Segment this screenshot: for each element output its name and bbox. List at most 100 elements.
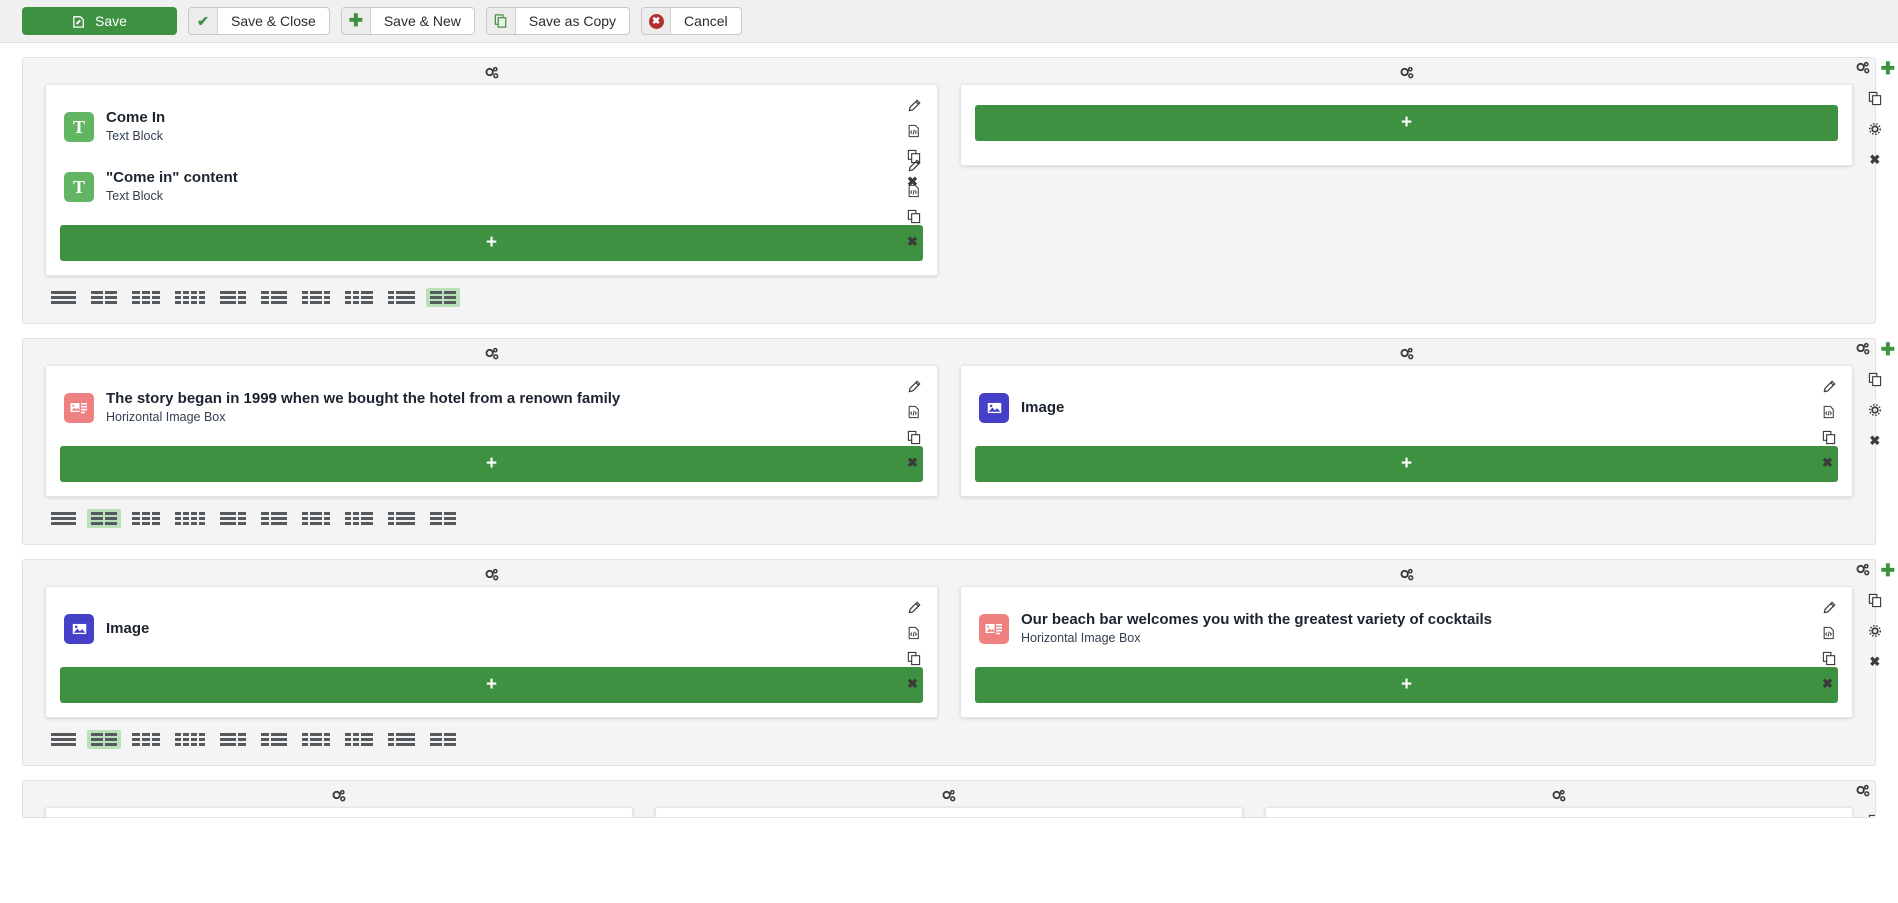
- column-settings-icon[interactable]: [331, 788, 347, 805]
- row-settings-icon[interactable]: [1855, 562, 1871, 579]
- save-button[interactable]: Save: [22, 7, 177, 35]
- addon-item[interactable]: Our beach bar welcomes you with the grea…: [975, 599, 1838, 690]
- layout-option-layout-1-2-1[interactable]: [298, 288, 334, 307]
- column-settings-icon[interactable]: [484, 65, 500, 82]
- duplicate-addon-button[interactable]: [1822, 430, 1836, 447]
- layout-option-layout-4-col[interactable]: [171, 730, 209, 749]
- duplicate-row-button[interactable]: [1868, 91, 1882, 108]
- layout-option-layout-2-col[interactable]: [87, 288, 121, 307]
- layout-option-layout-1-3[interactable]: [384, 730, 419, 749]
- column-settings-icon[interactable]: [1399, 346, 1415, 363]
- layout-segment: [261, 291, 269, 304]
- layout-option-layout-2-1[interactable]: [216, 730, 250, 749]
- layout-bar: [199, 291, 205, 294]
- add-addon-button[interactable]: +: [60, 667, 923, 703]
- layout-option-layout-1-col[interactable]: [47, 288, 80, 307]
- column-settings-icon[interactable]: [1551, 788, 1567, 805]
- layout-option-layout-1-col[interactable]: [47, 730, 80, 749]
- layout-option-layout-1-3[interactable]: [384, 509, 419, 528]
- delete-row-button[interactable]: ✖: [1869, 433, 1880, 447]
- layout-option-layout-1-1-2[interactable]: [341, 288, 377, 307]
- layout-option-layout-1-2-1[interactable]: [298, 730, 334, 749]
- addon-item[interactable]: Image ✖: [60, 599, 923, 690]
- row-settings-icon[interactable]: [1855, 783, 1871, 800]
- add-row-button[interactable]: ✚: [1881, 562, 1895, 579]
- duplicate-addon-button[interactable]: [907, 651, 921, 668]
- layout-option-layout-4-col[interactable]: [171, 509, 209, 528]
- layout-option-layout-1-3[interactable]: [384, 288, 419, 307]
- add-row-button[interactable]: ✚: [1881, 60, 1895, 77]
- layout-option-layout-2-col[interactable]: [87, 730, 121, 749]
- layout-option-layout-3-col[interactable]: [128, 509, 164, 528]
- layout-option-layout-2-2[interactable]: [426, 288, 460, 307]
- layout-bar: [191, 296, 197, 299]
- addon-code-button[interactable]: [1822, 405, 1836, 421]
- duplicate-addon-button[interactable]: [907, 430, 921, 447]
- layout-option-layout-2-1[interactable]: [216, 288, 250, 307]
- layout-option-layout-1-1-2[interactable]: [341, 509, 377, 528]
- column-settings-icon[interactable]: [1399, 65, 1415, 82]
- edit-addon-button[interactable]: [907, 601, 921, 617]
- save-copy-button[interactable]: Save as Copy: [485, 7, 631, 35]
- addon-code-button[interactable]: [1822, 626, 1836, 642]
- column-settings-icon[interactable]: [1399, 567, 1415, 584]
- delete-row-button[interactable]: ✖: [1869, 654, 1880, 668]
- add-row-button[interactable]: ✚: [1881, 341, 1895, 358]
- column-settings-icon[interactable]: [941, 788, 957, 805]
- addon-code-button[interactable]: [907, 626, 921, 642]
- delete-row-button[interactable]: ✖: [1869, 152, 1880, 166]
- row-options-button[interactable]: [1868, 624, 1882, 640]
- save-close-button[interactable]: ✔ Save & Close: [188, 7, 330, 35]
- column-settings-icon[interactable]: [484, 346, 500, 363]
- layout-option-layout-2-2[interactable]: [426, 730, 460, 749]
- layout-option-layout-1-col[interactable]: [47, 509, 80, 528]
- duplicate-addon-button[interactable]: [1822, 651, 1836, 668]
- layout-option-layout-4-col[interactable]: [171, 288, 209, 307]
- layout-bar: [353, 291, 359, 294]
- duplicate-row-button[interactable]: [1868, 593, 1882, 610]
- duplicate-row-button[interactable]: [1868, 372, 1882, 389]
- delete-addon-button[interactable]: ✖: [1822, 677, 1836, 690]
- addon-item[interactable]: The story began in 1999 when we bought t…: [60, 378, 923, 469]
- layout-option-layout-1-1-2[interactable]: [341, 730, 377, 749]
- addon-code-button[interactable]: [907, 184, 921, 200]
- layout-option-layout-1-2[interactable]: [257, 288, 291, 307]
- edit-addon-button[interactable]: [1822, 380, 1836, 396]
- layout-bar: [152, 296, 160, 299]
- addon-item[interactable]: T "Come in" content Text Block ✖: [60, 157, 923, 248]
- layout-option-layout-3-col[interactable]: [128, 730, 164, 749]
- delete-addon-button[interactable]: ✖: [907, 456, 921, 469]
- layout-option-layout-2-col[interactable]: [87, 509, 121, 528]
- column-settings-icon[interactable]: [484, 567, 500, 584]
- addon-code-button[interactable]: [907, 405, 921, 421]
- add-addon-button[interactable]: +: [975, 105, 1838, 141]
- delete-addon-button[interactable]: ✖: [1822, 456, 1836, 469]
- edit-addon-button[interactable]: [1822, 601, 1836, 617]
- layout-option-layout-2-1[interactable]: [216, 509, 250, 528]
- duplicate-addon-button[interactable]: [907, 209, 921, 226]
- row-options-button[interactable]: [1868, 122, 1882, 138]
- layout-option-layout-1-2[interactable]: [257, 730, 291, 749]
- edit-addon-button[interactable]: [907, 380, 921, 396]
- save-new-button[interactable]: ✚ Save & New: [340, 7, 475, 35]
- duplicate-row-button[interactable]: [1868, 814, 1875, 817]
- row-options-button[interactable]: [1868, 403, 1882, 419]
- layout-option-layout-1-2[interactable]: [257, 509, 291, 528]
- add-addon-button[interactable]: +: [60, 446, 923, 482]
- add-addon-button[interactable]: +: [975, 446, 1838, 482]
- edit-addon-button[interactable]: [907, 99, 921, 115]
- row-settings-icon[interactable]: [1855, 60, 1871, 77]
- layout-option-layout-2-2[interactable]: [426, 509, 460, 528]
- cancel-button[interactable]: ✖ Cancel: [641, 7, 742, 35]
- delete-addon-button[interactable]: ✖: [907, 235, 921, 248]
- layout-option-layout-1-2-1[interactable]: [298, 509, 334, 528]
- addon-item[interactable]: T Come In Text Block ✖: [60, 97, 923, 188]
- add-addon-button[interactable]: +: [60, 225, 923, 261]
- row-settings-icon[interactable]: [1855, 341, 1871, 358]
- addon-item[interactable]: Image ✖: [975, 378, 1838, 469]
- delete-addon-button[interactable]: ✖: [907, 677, 921, 690]
- edit-addon-button[interactable]: [907, 159, 921, 175]
- layout-option-layout-3-col[interactable]: [128, 288, 164, 307]
- addon-code-button[interactable]: [907, 124, 921, 140]
- add-addon-button[interactable]: +: [975, 667, 1838, 703]
